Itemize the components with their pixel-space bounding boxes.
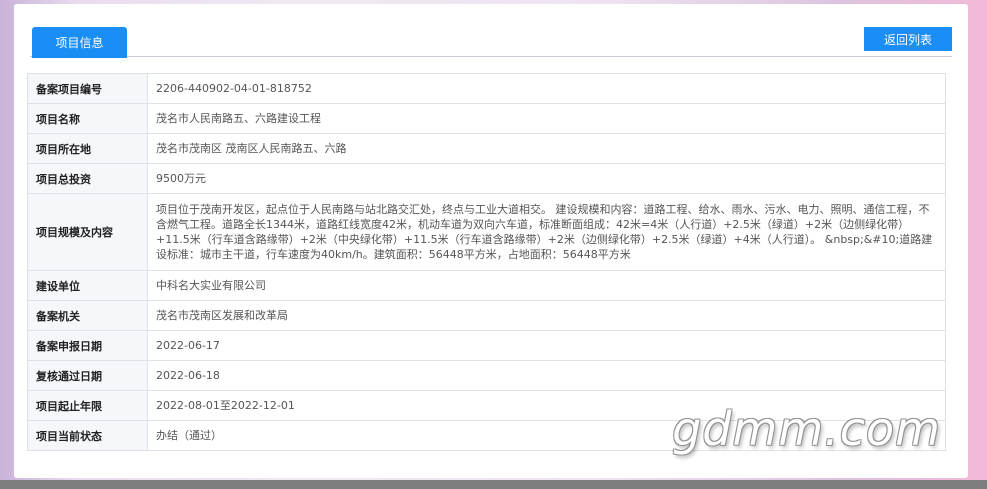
- table-row: 项目总投资 9500万元: [27, 163, 946, 194]
- table-row: 备案机关 茂名市茂南区发展和改革局: [27, 300, 946, 331]
- row-value: 茂名市人民南路五、六路建设工程: [147, 103, 946, 134]
- row-value: 2022-06-18: [147, 360, 946, 391]
- row-label: 项目总投资: [27, 163, 148, 194]
- project-info-table: 备案项目编号 2206-440902-04-01-818752 项目名称 茂名市…: [27, 73, 946, 451]
- row-label: 项目所在地: [27, 133, 148, 164]
- table-row: 项目规模及内容 项目位于茂南开发区，起点位于人民南路与站北路交汇处，终点与工业大…: [27, 193, 946, 271]
- site-watermark: gdmm.com: [672, 402, 941, 456]
- row-value: 茂名市茂南区 茂南区人民南路五、六路: [147, 133, 946, 164]
- row-value: 项目位于茂南开发区，起点位于人民南路与站北路交汇处，终点与工业大道相交。 建设规…: [147, 193, 946, 271]
- page-footer-bar: [0, 480, 987, 489]
- row-value: 2206-440902-04-01-818752: [147, 73, 946, 104]
- row-label: 项目起止年限: [27, 390, 148, 421]
- row-label: 项目规模及内容: [27, 193, 148, 271]
- table-row: 复核通过日期 2022-06-18: [27, 360, 946, 391]
- row-label: 备案项目编号: [27, 73, 148, 104]
- table-row: 建设单位 中科名大实业有限公司: [27, 270, 946, 301]
- back-to-list-button[interactable]: 返回列表: [864, 27, 952, 51]
- row-label: 备案申报日期: [27, 330, 148, 361]
- table-row: 备案申报日期 2022-06-17: [27, 330, 946, 361]
- table-row: 项目所在地 茂名市茂南区 茂南区人民南路五、六路: [27, 133, 946, 164]
- row-value: 2022-06-17: [147, 330, 946, 361]
- row-label: 项目当前状态: [27, 420, 148, 451]
- table-row: 备案项目编号 2206-440902-04-01-818752: [27, 73, 946, 104]
- row-value: 茂名市茂南区发展和改革局: [147, 300, 946, 331]
- row-label: 项目名称: [27, 103, 148, 134]
- row-label: 建设单位: [27, 270, 148, 301]
- tab-bar: 项目信息: [30, 26, 952, 58]
- table-row: 项目名称 茂名市人民南路五、六路建设工程: [27, 103, 946, 134]
- row-value: 中科名大实业有限公司: [147, 270, 946, 301]
- row-value: 9500万元: [147, 163, 946, 194]
- row-label: 复核通过日期: [27, 360, 148, 391]
- tab-project-info[interactable]: 项目信息: [32, 27, 127, 58]
- row-label: 备案机关: [27, 300, 148, 331]
